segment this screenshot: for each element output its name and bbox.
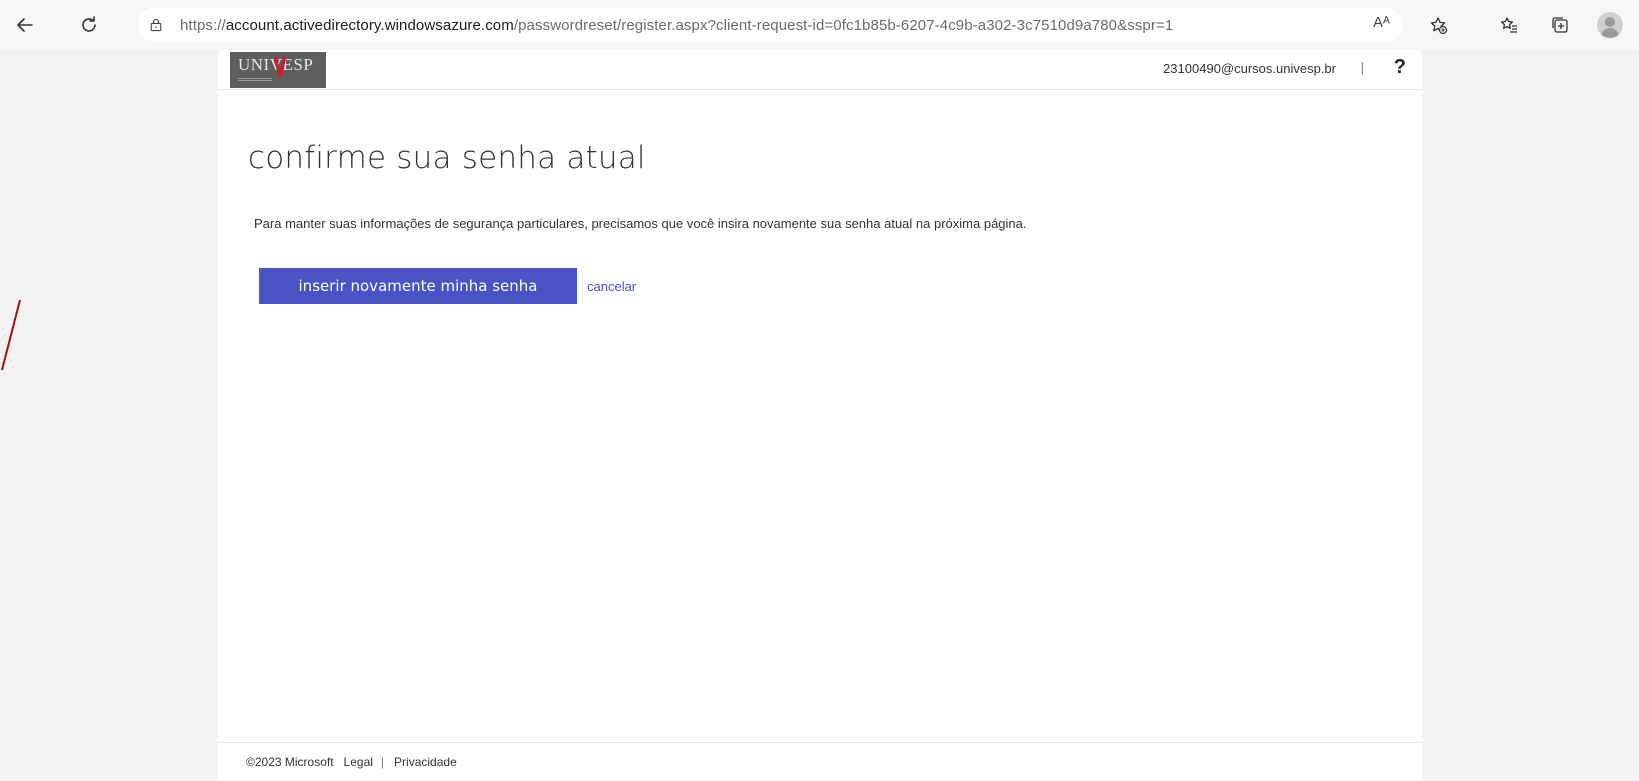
cancel-link[interactable]: cancelar <box>587 279 636 294</box>
footer-separator: | <box>380 755 385 769</box>
lock-icon[interactable] <box>146 15 166 35</box>
page-header: UNIVESP 23100490@cursos.univesp.br | ? <box>218 50 1422 90</box>
browser-viewport: UNIVESP 23100490@cursos.univesp.br | ? c… <box>0 50 1639 781</box>
profile-avatar-icon[interactable] <box>1597 12 1623 38</box>
page-description: Para manter suas informações de seguranç… <box>254 216 1027 231</box>
header-separator: | <box>1360 60 1364 75</box>
help-button[interactable]: ? <box>1394 56 1406 79</box>
logo-red-v-mark <box>273 56 287 78</box>
avatar-head <box>1605 17 1615 27</box>
url-prefix: https:// <box>180 16 226 34</box>
browser-toolbar: https://account.activedirectory.windowsa… <box>0 0 1639 50</box>
footer-text: ©2023 Microsoft Legal | Privacidade <box>246 755 457 769</box>
page-title: confirme sua senha atual <box>248 140 646 176</box>
legal-link[interactable]: Legal <box>344 755 373 769</box>
url-path: /passwordreset/register.aspx?client-requ… <box>513 16 1174 34</box>
url-domain: account.activedirectory.windowsazure.com <box>225 16 514 34</box>
address-bar[interactable]: https://account.activedirectory.windowsa… <box>138 8 1403 42</box>
univesp-logo: UNIVESP <box>230 52 326 88</box>
privacy-link[interactable]: Privacidade <box>394 755 457 769</box>
refresh-icon[interactable] <box>74 10 104 40</box>
add-favorite-icon[interactable] <box>1423 10 1453 40</box>
collections-icon[interactable] <box>1545 10 1575 40</box>
page-container: UNIVESP 23100490@cursos.univesp.br | ? c… <box>218 50 1422 781</box>
avatar-body <box>1601 28 1619 38</box>
reenter-password-button[interactable]: inserir novamente minha senha <box>259 268 577 304</box>
url-text[interactable]: https://account.activedirectory.windowsa… <box>180 17 1173 34</box>
read-aloud-icon[interactable]: Aᴬ <box>1373 14 1390 31</box>
favorites-icon[interactable] <box>1494 10 1524 40</box>
page-footer: ©2023 Microsoft Legal | Privacidade <box>218 742 1422 781</box>
user-email[interactable]: 23100490@cursos.univesp.br <box>1163 61 1336 76</box>
copyright-text: ©2023 Microsoft <box>246 755 334 769</box>
back-arrow-icon[interactable] <box>10 10 40 40</box>
logo-subtext-lines <box>238 78 272 81</box>
red-annotation-stroke <box>1 299 21 371</box>
